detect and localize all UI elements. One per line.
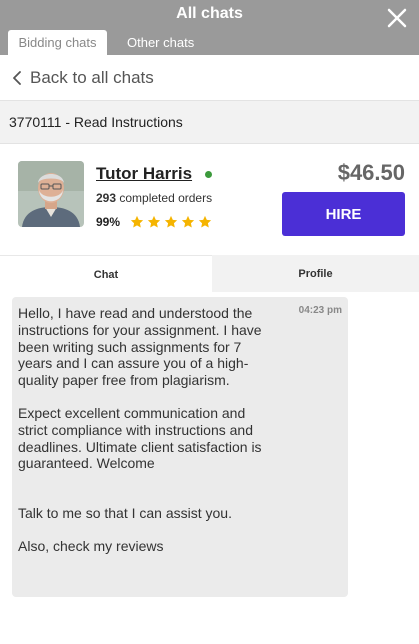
message-timestamp: 04:23 pm — [298, 305, 342, 316]
tutor-name[interactable]: Tutor Harris — [96, 164, 192, 184]
tab-other-chats[interactable]: Other chats — [119, 30, 202, 55]
back-to-all-chats-link[interactable]: Back to all chats — [0, 55, 419, 101]
header-title: All chats — [176, 5, 243, 22]
message-paragraph: Expect excellent communication and stric… — [18, 404, 262, 472]
rating-percent: 99% — [96, 215, 121, 229]
avatar[interactable] — [18, 161, 84, 227]
message-text: Hello, I have read and understood the in… — [18, 305, 262, 555]
star-icon — [147, 215, 161, 228]
close-icon[interactable] — [385, 6, 409, 30]
chevron-left-icon — [13, 70, 21, 85]
star-icon — [130, 215, 144, 228]
star-icon — [164, 215, 178, 228]
message-bubble: Hello, I have read and understood the in… — [12, 297, 348, 597]
rating: 99% — [96, 215, 212, 229]
rating-stars — [130, 215, 212, 229]
tab-bidding-chats[interactable]: Bidding chats — [8, 30, 107, 55]
tab-profile[interactable]: Profile — [212, 255, 419, 292]
order-bar: 3770111 - Read Instructions — [0, 101, 419, 144]
message-paragraph: Talk to me so that I can assist you. — [18, 505, 232, 522]
hire-button[interactable]: HIRE — [282, 192, 405, 236]
order-title: 3770111 - Read Instructions — [9, 114, 183, 130]
tab-chat[interactable]: Chat — [0, 255, 212, 293]
star-icon — [198, 215, 212, 228]
message-paragraph: Hello, I have read and understood the in… — [18, 305, 262, 389]
message-paragraph: Also, check my reviews — [18, 537, 164, 554]
back-link-label: Back to all chats — [30, 67, 154, 87]
price: $46.50 — [337, 160, 405, 185]
online-status-dot — [205, 171, 212, 178]
chat-header: All chats Bidding chats Other chats — [0, 0, 419, 55]
completed-orders-label: completed orders — [119, 191, 213, 205]
star-icon — [181, 215, 195, 228]
completed-orders: 293 completed orders — [96, 191, 212, 205]
completed-orders-count: 293 — [96, 191, 117, 205]
